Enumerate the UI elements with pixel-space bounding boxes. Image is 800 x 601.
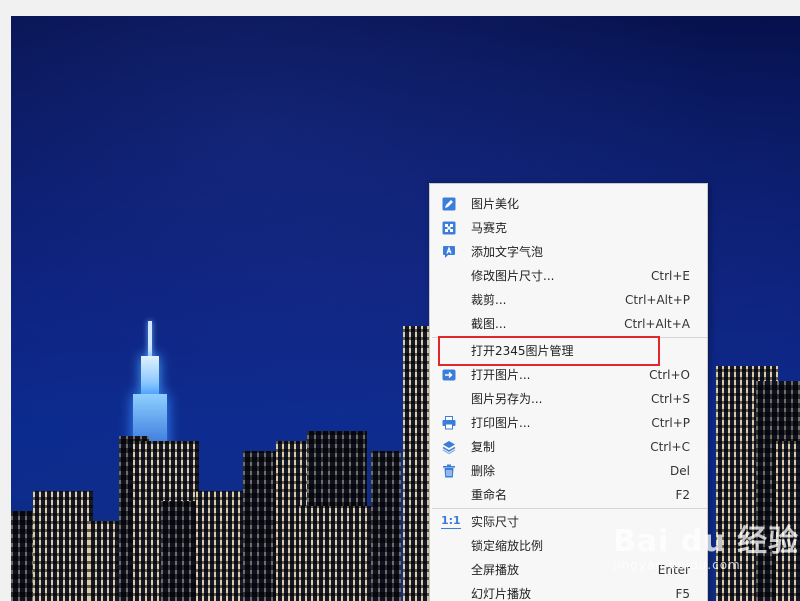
actual-size-icon: 1:1 [441,510,461,529]
menu-item-label: 删除 [471,464,496,478]
menu-item-copy[interactable]: 复制 Ctrl+C [430,435,707,459]
menu-item-slideshow[interactable]: 幻灯片播放 F5 [430,582,707,601]
menu-item-lock-zoom-ratio[interactable]: 锁定缩放比例 [430,534,707,558]
menu-item-label: 添加文字气泡 [471,245,544,259]
menu-item-actual-size[interactable]: 1:1 实际尺寸 [430,510,707,534]
tower-crown [141,356,159,396]
menu-item-label: 打开2345图片管理 [471,344,574,358]
menu-item-shortcut: Enter [657,563,690,577]
menu-item-label: 打开图片... [471,368,531,382]
copy-icon [442,441,456,454]
menu-item-fullscreen[interactable]: 全屏播放 Enter [430,558,707,582]
mosaic-icon [442,221,456,235]
menu-item-label: 锁定缩放比例 [471,539,544,553]
menu-item-label: 图片另存为... [471,392,543,406]
menu-item-label: 马赛克 [471,221,508,235]
menu-item-beautify[interactable]: 图片美化 [430,192,707,216]
menu-item-delete[interactable]: 删除 Del [430,459,707,483]
menu-separator [432,508,707,509]
menu-item-label: 全屏播放 [471,563,520,577]
menu-item-label: 实际尺寸 [471,515,520,529]
building [33,491,93,601]
menu-item-shortcut: Ctrl+Alt+P [625,293,690,307]
text-bubble-icon [443,246,455,258]
printer-icon [442,416,456,430]
menu-item-label: 复制 [471,440,496,454]
tower-spire [148,321,152,361]
menu-item-save-as[interactable]: 图片另存为... Ctrl+S [430,387,707,411]
menu-item-rename[interactable]: 重命名 F2 [430,483,707,507]
building [371,451,401,601]
menu-item-screenshot[interactable]: 截图... Ctrl+Alt+A [430,312,707,336]
menu-separator [432,337,707,338]
building [776,441,800,601]
menu-item-shortcut: Ctrl+P [651,416,690,430]
context-menu: 图片美化 马赛克 添加文字气泡 修改图片尺寸... Ctrl+E 裁剪... C… [429,183,708,601]
menu-item-label: 截图... [471,317,507,331]
menu-item-shortcut: Ctrl+S [650,392,690,406]
menu-item-resize[interactable]: 修改图片尺寸... Ctrl+E [430,264,707,288]
menu-item-shortcut: Del [670,464,690,478]
menu-item-crop[interactable]: 裁剪... Ctrl+Alt+P [430,288,707,312]
menu-item-open-image[interactable]: 打开图片... Ctrl+O [430,363,707,387]
menu-item-open-2345-manager[interactable]: 打开2345图片管理 [430,339,707,363]
menu-item-shortcut: Ctrl+Alt+A [624,317,690,331]
menu-item-shortcut: F2 [675,488,690,502]
menu-item-add-text-bubble[interactable]: 添加文字气泡 [430,240,707,264]
trash-icon [443,464,455,478]
menu-item-label: 打印图片... [471,416,531,430]
menu-item-shortcut: Ctrl+E [651,269,690,283]
menu-item-label: 裁剪... [471,293,507,307]
menu-item-label: 重命名 [471,488,508,502]
menu-item-print[interactable]: 打印图片... Ctrl+P [430,411,707,435]
menu-item-label: 幻灯片播放 [471,587,532,601]
menu-item-shortcut: Ctrl+O [649,368,690,382]
open-icon [442,369,456,381]
menu-item-shortcut: Ctrl+C [650,440,690,454]
menu-item-label: 图片美化 [471,197,520,211]
menu-item-shortcut: F5 [675,587,690,601]
edit-icon [442,197,456,211]
menu-item-label: 修改图片尺寸... [471,269,555,283]
menu-item-mosaic[interactable]: 马赛克 [430,216,707,240]
